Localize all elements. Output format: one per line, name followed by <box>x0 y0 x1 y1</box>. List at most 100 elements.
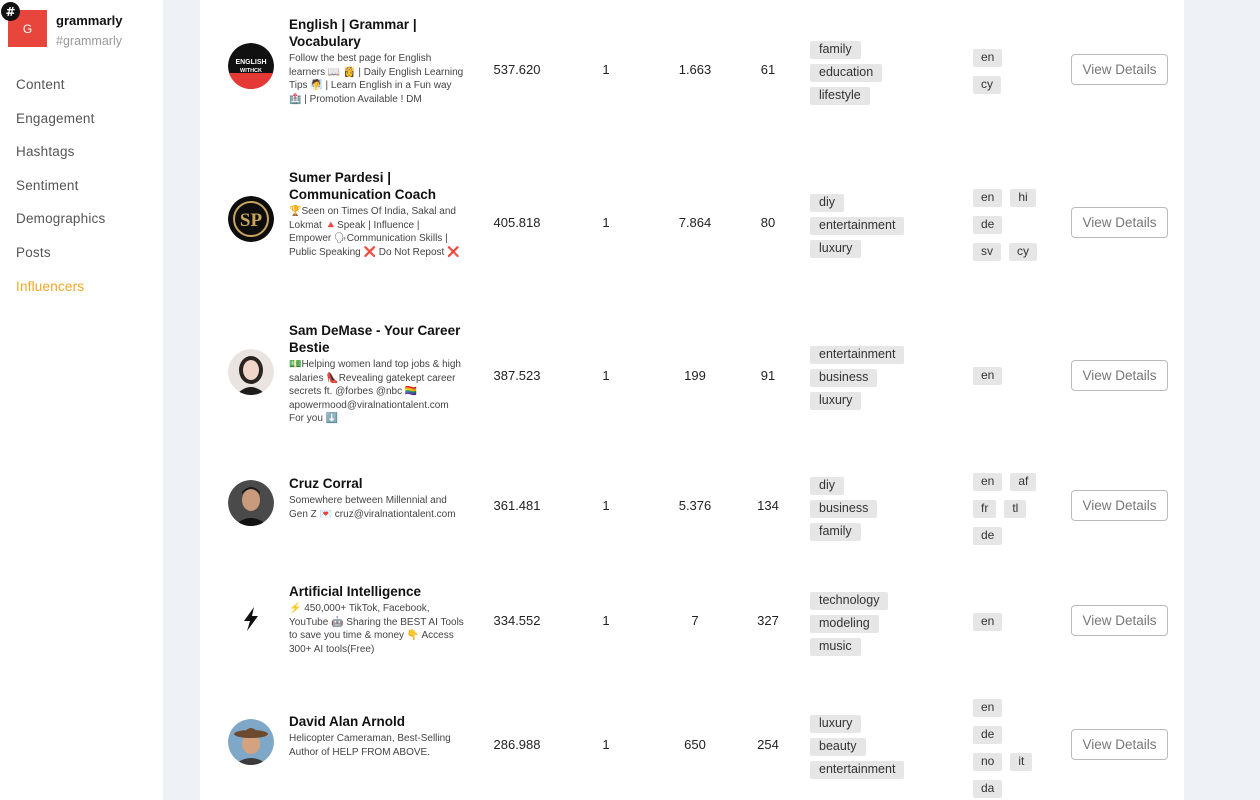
view-details-button[interactable]: View Details <box>1071 605 1168 636</box>
influencer-name[interactable]: Sam DeMase - Your Career Bestie <box>289 322 464 356</box>
view-details-button[interactable]: View Details <box>1071 207 1168 238</box>
sidebar-item-demographics[interactable]: Demographics <box>16 210 105 244</box>
category-tag: music <box>810 638 861 656</box>
category-tag: luxury <box>810 240 862 258</box>
influencer-name[interactable]: David Alan Arnold <box>289 713 464 730</box>
language-tag: en <box>973 613 1003 631</box>
influencer-bio: ⚡ 450,000+ TikTok, Facebook, YouTube 🤖 S… <box>289 603 464 655</box>
count-value: 1 <box>602 62 610 77</box>
followers-value: 361.481 <box>493 498 541 513</box>
influencer-name[interactable]: Artificial Intelligence <box>289 583 464 600</box>
category-tag: family <box>810 523 861 541</box>
influencer-info: English | Grammar | Vocabulary Follow th… <box>289 16 464 106</box>
influencer-info: Sumer Pardesi | Communication Coach 🏆See… <box>289 169 464 259</box>
language-tags: en af fr tl de <box>973 473 1063 554</box>
language-tag: de <box>973 216 1003 234</box>
engagement-value: 1.663 <box>678 62 712 77</box>
sp-monogram-logo-icon: SP <box>228 196 274 242</box>
influencers-table: ENGLISH WITHCK English | Grammar | Vocab… <box>200 0 1184 800</box>
man-portrait-icon <box>228 480 274 526</box>
category-tag: diy <box>810 477 844 495</box>
category-tag: education <box>810 64 883 82</box>
influencer-info: Sam DeMase - Your Career Bestie 💵Helping… <box>289 322 464 426</box>
language-tag: en <box>973 49 1003 67</box>
category-tags: technology modeling music <box>810 592 940 661</box>
language-tag: af <box>1010 473 1037 491</box>
count-value: 1 <box>602 613 610 628</box>
view-details-button[interactable]: View Details <box>1071 490 1168 521</box>
view-details-button[interactable]: View Details <box>1071 360 1168 391</box>
language-tags: en cy <box>973 49 1063 103</box>
language-tags: en <box>973 613 1063 640</box>
category-tag: modeling <box>810 615 879 633</box>
influencer-bio: Helicopter Cameraman, Best-Selling Autho… <box>289 733 451 758</box>
language-tag: da <box>973 780 1003 798</box>
language-tag: sv <box>973 243 1001 261</box>
sidebar-item-sentiment[interactable]: Sentiment <box>16 177 105 211</box>
category-tag: lifestyle <box>810 87 870 105</box>
influencer-name[interactable]: Sumer Pardesi | Communication Coach <box>289 169 464 203</box>
count-value: 1 <box>602 737 610 752</box>
influencer-bio: Somewhere between Millennial and Gen Z 💌… <box>289 495 456 520</box>
language-tag: cy <box>1009 243 1037 261</box>
followers-value: 286.988 <box>493 737 541 752</box>
language-tag: it <box>1010 753 1033 771</box>
posts-value: 80 <box>760 215 776 230</box>
language-tag: de <box>973 527 1003 545</box>
lightning-bolt-icon <box>228 596 274 642</box>
engagement-value: 7 <box>691 613 699 628</box>
category-tags: entertainment business luxury <box>810 346 940 415</box>
language-tag: en <box>973 473 1003 491</box>
brand: G # grammarly #grammarly <box>1 2 158 50</box>
language-tag: hi <box>1010 189 1036 207</box>
brand-name: grammarly <box>56 13 123 28</box>
count-value: 1 <box>602 498 610 513</box>
count-value: 1 <box>602 368 610 383</box>
language-tag: cy <box>973 76 1001 94</box>
category-tags: family education lifestyle <box>810 41 940 110</box>
category-tags: diy business family <box>810 477 940 546</box>
engagement-value: 199 <box>684 368 706 383</box>
language-tags: en de no it da <box>973 699 1063 800</box>
woman-portrait-icon <box>228 349 274 395</box>
view-details-button[interactable]: View Details <box>1071 729 1168 760</box>
language-tag: no <box>973 753 1003 771</box>
category-tag: business <box>810 369 878 387</box>
category-tag: beauty <box>810 738 866 756</box>
followers-value: 387.523 <box>493 368 541 383</box>
category-tag: luxury <box>810 392 862 410</box>
category-tag: diy <box>810 194 844 212</box>
followers-value: 537.620 <box>493 62 541 77</box>
category-tag: entertainment <box>810 346 905 364</box>
count-value: 1 <box>602 215 610 230</box>
sidebar-nav: Content Engagement Hashtags Sentiment De… <box>16 76 105 311</box>
posts-value: 327 <box>757 613 779 628</box>
english-withck-logo-icon: ENGLISH WITHCK <box>228 43 274 89</box>
brand-initial: G <box>22 22 33 36</box>
language-tag: de <box>973 726 1003 744</box>
sidebar-item-content[interactable]: Content <box>16 76 105 110</box>
influencer-name[interactable]: English | Grammar | Vocabulary <box>289 16 464 50</box>
posts-value: 134 <box>757 498 779 513</box>
svg-text:ENGLISH: ENGLISH <box>235 59 266 66</box>
sidebar-item-influencers[interactable]: Influencers <box>16 278 105 312</box>
followers-value: 334.552 <box>493 613 541 628</box>
language-tags: en <box>973 367 1063 394</box>
influencer-bio: 🏆Seen on Times Of India, Sakal and Lokma… <box>289 206 460 258</box>
posts-value: 91 <box>760 368 776 383</box>
influencer-name[interactable]: Cruz Corral <box>289 475 464 492</box>
engagement-value: 7.864 <box>678 215 712 230</box>
category-tag: luxury <box>810 715 862 733</box>
language-tag: tl <box>1004 500 1027 518</box>
category-tags: diy entertainment luxury <box>810 194 940 263</box>
sidebar-item-engagement[interactable]: Engagement <box>16 110 105 144</box>
svg-text:SP: SP <box>240 210 263 231</box>
engagement-value: 650 <box>684 737 706 752</box>
svg-text:WITHCK: WITHCK <box>240 68 262 74</box>
sidebar-item-posts[interactable]: Posts <box>16 244 105 278</box>
language-tag: en <box>973 367 1003 385</box>
sidebar-item-hashtags[interactable]: Hashtags <box>16 143 105 177</box>
influencer-info: David Alan Arnold Helicopter Cameraman, … <box>289 713 464 759</box>
view-details-button[interactable]: View Details <box>1071 54 1168 85</box>
sidebar: G # grammarly #grammarly Content Engagem… <box>0 0 163 800</box>
